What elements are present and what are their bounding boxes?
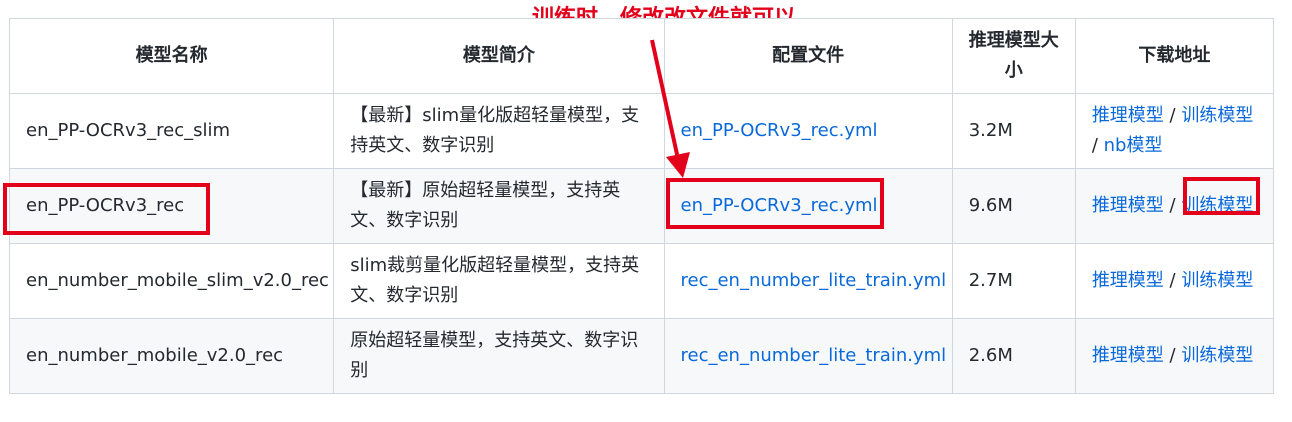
table-row: en_PP-OCRv3_rec 【最新】原始超轻量模型，支持英文、数字识别 en… bbox=[8, 168, 1275, 244]
nb-model-link[interactable]: nb模型 bbox=[1104, 135, 1163, 156]
config-file-link[interactable]: en_PP-OCRv3_rec.yml bbox=[681, 195, 878, 216]
model-size-cell: 2.7M bbox=[951, 243, 1076, 319]
model-intro-cell: slim裁剪量化版超轻量模型，支持英文、数字识别 bbox=[333, 243, 665, 319]
inference-model-link[interactable]: 推理模型 bbox=[1092, 105, 1164, 126]
config-file-cell: rec_en_number_lite_train.yml bbox=[663, 318, 953, 394]
inference-model-link[interactable]: 推理模型 bbox=[1092, 270, 1164, 291]
table-row: en_PP-OCRv3_rec_slim 【最新】slim量化版超轻量模型，支持… bbox=[8, 93, 1275, 169]
train-model-link[interactable]: 训练模型 bbox=[1181, 345, 1253, 366]
config-file-cell: rec_en_number_lite_train.yml bbox=[663, 243, 953, 319]
train-model-link[interactable]: 训练模型 bbox=[1181, 270, 1253, 291]
model-size-cell: 2.6M bbox=[951, 318, 1076, 394]
config-file-link[interactable]: rec_en_number_lite_train.yml bbox=[681, 270, 947, 291]
table-row: en_number_mobile_v2.0_rec 原始超轻量模型，支持英文、数… bbox=[8, 318, 1275, 394]
header-model-name: 模型名称 bbox=[8, 18, 335, 94]
config-file-cell: en_PP-OCRv3_rec.yml bbox=[663, 168, 953, 244]
download-cell: 推理模型 / 训练模型 / nb模型 bbox=[1074, 93, 1275, 169]
model-name-cell: en_PP-OCRv3_rec_slim bbox=[8, 93, 335, 169]
model-size-cell: 3.2M bbox=[951, 93, 1076, 169]
model-intro-cell: 【最新】slim量化版超轻量模型，支持英文、数字识别 bbox=[333, 93, 665, 169]
inference-model-link[interactable]: 推理模型 bbox=[1092, 345, 1164, 366]
link-separator: / bbox=[1163, 345, 1182, 366]
config-file-link[interactable]: rec_en_number_lite_train.yml bbox=[681, 345, 947, 366]
model-name-cell: en_number_mobile_v2.0_rec bbox=[8, 318, 335, 394]
model-size-cell: 9.6M bbox=[951, 168, 1076, 244]
inference-model-link[interactable]: 推理模型 bbox=[1092, 195, 1164, 216]
model-table: 模型名称 模型简介 配置文件 推理模型大小 下载地址 en_PP-OCRv3_r… bbox=[8, 18, 1275, 394]
model-name-cell: en_PP-OCRv3_rec bbox=[8, 168, 335, 244]
link-separator: / bbox=[1163, 270, 1182, 291]
link-separator: / bbox=[1163, 105, 1182, 126]
header-download: 下载地址 bbox=[1074, 18, 1275, 94]
download-cell: 推理模型 / 训练模型 bbox=[1074, 243, 1275, 319]
train-model-link[interactable]: 训练模型 bbox=[1181, 195, 1253, 216]
config-file-cell: en_PP-OCRv3_rec.yml bbox=[663, 93, 953, 169]
table-header-row: 模型名称 模型简介 配置文件 推理模型大小 下载地址 bbox=[8, 18, 1275, 94]
download-cell: 推理模型 / 训练模型 bbox=[1074, 168, 1275, 244]
header-inference-size: 推理模型大小 bbox=[951, 18, 1076, 94]
header-model-intro: 模型简介 bbox=[333, 18, 665, 94]
header-config-file: 配置文件 bbox=[663, 18, 953, 94]
link-separator: / bbox=[1163, 195, 1182, 216]
table-row: en_number_mobile_slim_v2.0_rec slim裁剪量化版… bbox=[8, 243, 1275, 319]
config-file-link[interactable]: en_PP-OCRv3_rec.yml bbox=[681, 120, 878, 141]
model-name-cell: en_number_mobile_slim_v2.0_rec bbox=[8, 243, 335, 319]
link-separator: / bbox=[1091, 135, 1104, 156]
model-intro-cell: 原始超轻量模型，支持英文、数字识别 bbox=[333, 318, 665, 394]
train-model-link[interactable]: 训练模型 bbox=[1181, 105, 1253, 126]
download-cell: 推理模型 / 训练模型 bbox=[1074, 318, 1275, 394]
model-intro-cell: 【最新】原始超轻量模型，支持英文、数字识别 bbox=[333, 168, 665, 244]
